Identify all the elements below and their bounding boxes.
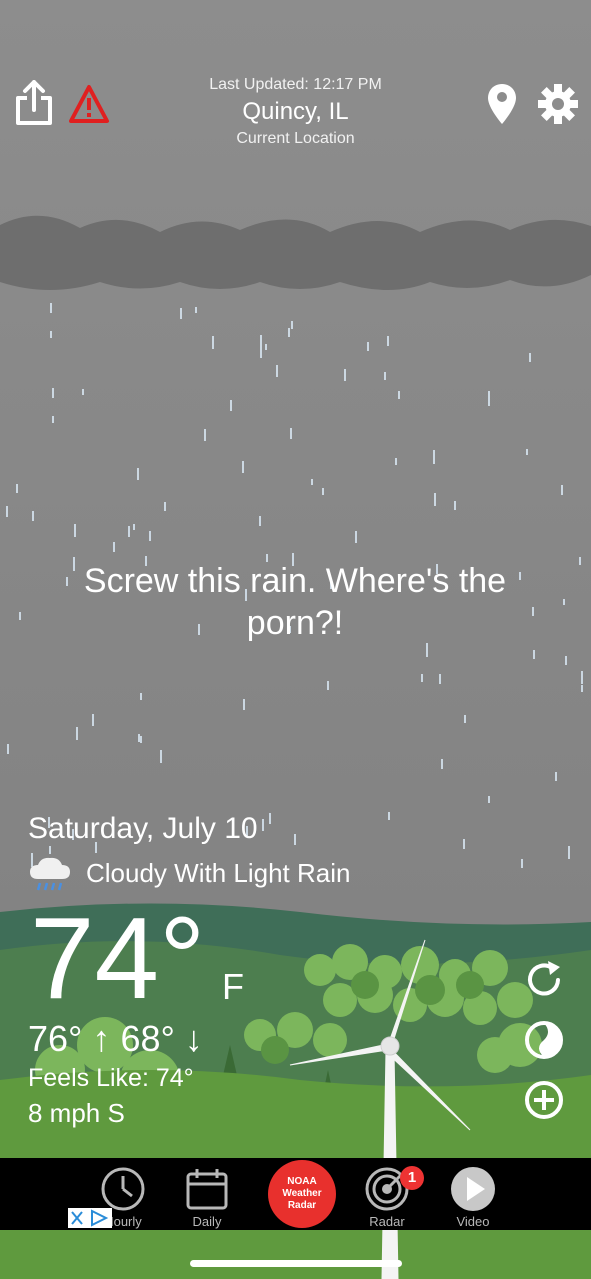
calendar-icon [186, 1169, 228, 1210]
nav-tab-radar[interactable]: 1 Radar [342, 1158, 432, 1230]
nav-tab-video[interactable]: Video [428, 1158, 518, 1230]
radar-notification-badge: 1 [400, 1166, 424, 1190]
home-indicator [190, 1260, 402, 1267]
theme-icon[interactable] [522, 1018, 566, 1062]
current-temperature: 74° [30, 893, 206, 1023]
noaa-line-1: NOAA [287, 1176, 317, 1187]
temperature-unit[interactable]: F [222, 966, 244, 1008]
noaa-radar-button: NOAA Weather Radar [268, 1160, 336, 1228]
wind-speed: 8 mph S [28, 1098, 125, 1128]
add-location-icon[interactable] [522, 1078, 566, 1122]
nav-noaa-weather-radar[interactable]: NOAA Weather Radar [258, 1158, 348, 1230]
weather-quip: Screw this rain. Where's the porn?! [83, 562, 507, 642]
rain-cloud-icon [30, 857, 70, 891]
nav-tab-daily[interactable]: Daily [162, 1158, 252, 1230]
noaa-line-2: Weather [282, 1188, 322, 1199]
clock-icon [101, 1167, 145, 1211]
nav-label-radar: Radar [369, 1214, 405, 1229]
location-subtitle: Current Location [236, 130, 355, 147]
current-date: Saturday, July 10 [28, 812, 258, 845]
nav-label-video: Video [456, 1214, 490, 1229]
play-icon [451, 1167, 495, 1211]
nav-label-daily: Daily [192, 1214, 222, 1229]
ad-choices-icon[interactable] [68, 1208, 112, 1228]
noaa-line-3: Radar [287, 1200, 317, 1211]
refresh-icon[interactable] [522, 958, 566, 1002]
condition-text: Cloudy With Light Rain [86, 858, 351, 888]
settings-gear-icon[interactable] [536, 82, 580, 126]
feels-like-temperature: Feels Like: 74° [28, 1064, 194, 1092]
high-low-temperature: 76° ↑ 68° ↓ [28, 1018, 203, 1059]
location-pin-icon[interactable] [486, 82, 518, 126]
